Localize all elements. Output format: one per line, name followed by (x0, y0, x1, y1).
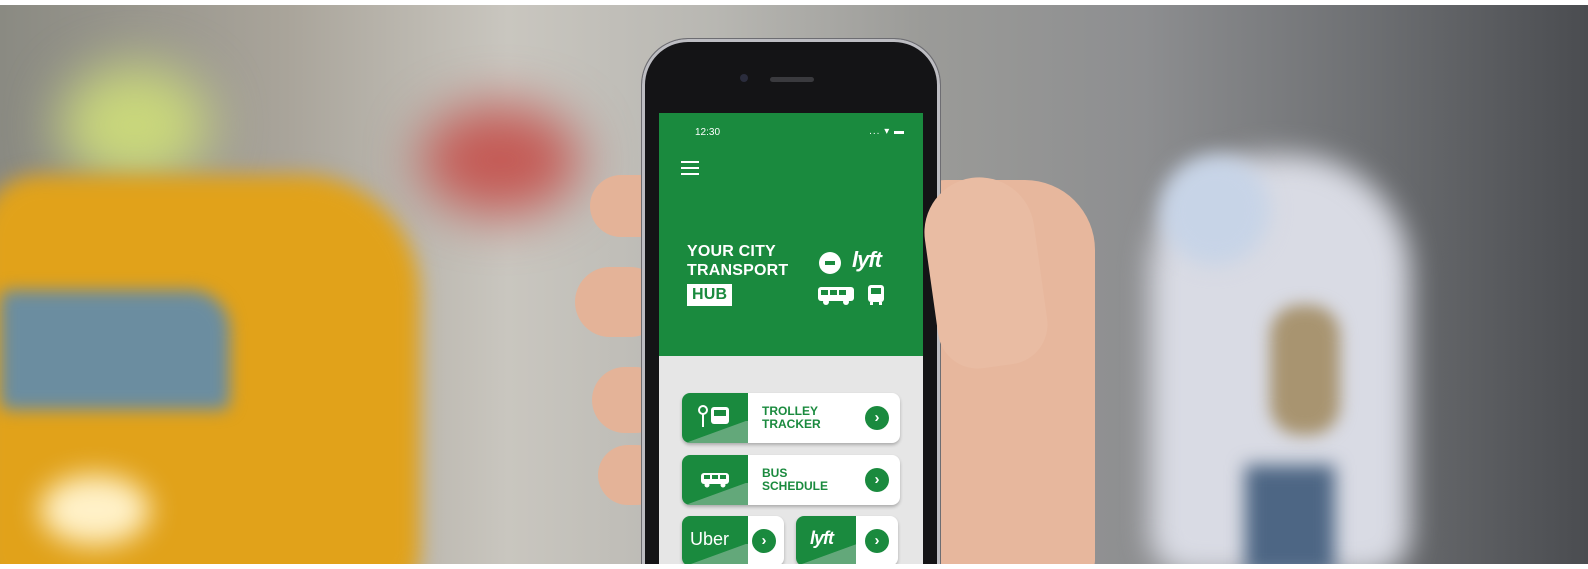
pedestrian-backpack (1270, 305, 1340, 435)
trolley-tile (682, 393, 748, 443)
app-title-line1: YOUR CITY (687, 243, 776, 260)
bus-icon (701, 473, 729, 488)
earpiece-speaker (770, 77, 814, 82)
chevron-right-icon[interactable]: › (752, 529, 776, 553)
smartphone: 12:30 ... ▾ ▬ YOUR CITY TRANSPORT HUB ly… (642, 39, 940, 564)
trolley-tracker-line2: TRACKER (762, 417, 821, 431)
app-title-line2: TRANSPORT (687, 262, 789, 279)
app-title: YOUR CITY TRANSPORT HUB (687, 242, 788, 306)
lyft-label: lyft (810, 528, 834, 548)
pedestrian-head (1160, 155, 1270, 265)
app-title-badge: HUB (687, 284, 733, 306)
status-icons: ... ▾ ▬ (869, 126, 905, 137)
taxi-window (0, 290, 230, 410)
app-header: 12:30 ... ▾ ▬ YOUR CITY TRANSPORT HUB ly… (659, 113, 923, 356)
trolley-tracker-card[interactable]: TROLLEY TRACKER › (682, 393, 900, 443)
uber-logo-icon (819, 252, 841, 274)
taxi-headlight (40, 475, 150, 545)
chevron-right-icon[interactable]: › (865, 529, 889, 553)
bus-icon (818, 287, 854, 305)
pedestrian-legs (1245, 465, 1335, 564)
lyft-card[interactable]: lyft › (796, 516, 898, 564)
uber-card[interactable]: Uber › (682, 516, 784, 564)
lyft-tile: lyft (796, 516, 856, 564)
lyft-logo: lyft (852, 247, 882, 272)
hamburger-menu-icon[interactable] (681, 161, 699, 175)
uber-label: Uber (690, 529, 730, 549)
bus-tile (682, 455, 748, 505)
background-blur-light (60, 65, 210, 185)
bus-schedule-label: BUS SCHEDULE (762, 467, 828, 493)
status-time: 12:30 (695, 127, 721, 138)
chevron-right-icon[interactable]: › (865, 406, 889, 430)
background-blur-red (420, 105, 580, 215)
trolley-tracker-label: TROLLEY TRACKER (762, 405, 821, 431)
bus-schedule-line2: SCHEDULE (762, 479, 829, 493)
trolley-stop-icon (698, 405, 729, 427)
trolley-front-icon (868, 285, 884, 305)
street-background-photo: 12:30 ... ▾ ▬ YOUR CITY TRANSPORT HUB ly… (0, 5, 1588, 564)
uber-tile: Uber (682, 516, 748, 564)
front-camera-icon (740, 74, 748, 82)
chevron-right-icon[interactable]: › (865, 468, 889, 492)
app-screen: 12:30 ... ▾ ▬ YOUR CITY TRANSPORT HUB ly… (659, 113, 923, 564)
bus-schedule-card[interactable]: BUS SCHEDULE › (682, 455, 900, 505)
